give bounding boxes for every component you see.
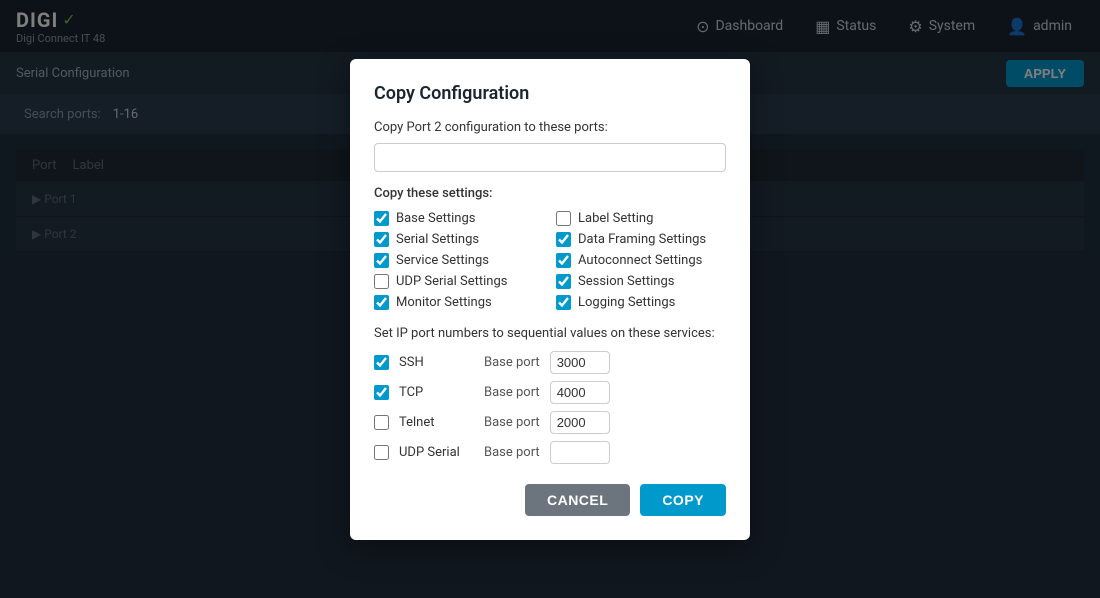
checkbox-session-input[interactable] <box>556 274 571 289</box>
copy-configuration-modal: Copy Configuration Copy Port 2 configura… <box>350 59 750 540</box>
checkbox-autoconnect-input[interactable] <box>556 253 571 268</box>
service-ssh-label: SSH <box>399 355 474 370</box>
modal-overlay: Copy Configuration Copy Port 2 configura… <box>0 0 1100 598</box>
checkbox-base-settings-label: Base Settings <box>396 211 475 226</box>
settings-checkboxes: Base Settings Label Setting Serial Setti… <box>374 211 726 310</box>
checkbox-udp-serial-input[interactable] <box>374 274 389 289</box>
checkbox-base-settings[interactable]: Base Settings <box>374 211 544 226</box>
services-grid: SSH Base port TCP Base port Telnet Base … <box>374 351 726 464</box>
checkbox-logging-label: Logging Settings <box>578 295 675 310</box>
checkbox-serial-settings-input[interactable] <box>374 232 389 247</box>
checkbox-label-setting[interactable]: Label Setting <box>556 211 726 226</box>
cancel-button[interactable]: CANCEL <box>525 484 630 516</box>
checkbox-serial-settings-label: Serial Settings <box>396 232 479 247</box>
service-row-telnet: Telnet Base port <box>374 411 726 434</box>
service-telnet-port-input[interactable] <box>550 411 610 434</box>
checkbox-session[interactable]: Session Settings <box>556 274 726 289</box>
modal-title: Copy Configuration <box>374 83 726 104</box>
checkbox-data-framing[interactable]: Data Framing Settings <box>556 232 726 247</box>
service-tcp-checkbox[interactable] <box>374 385 389 400</box>
service-row-tcp: TCP Base port <box>374 381 726 404</box>
modal-subtitle: Copy Port 2 configuration to these ports… <box>374 120 726 135</box>
service-udp-serial-port-input[interactable] <box>550 441 610 464</box>
checkbox-monitor-label: Monitor Settings <box>396 295 492 310</box>
service-udp-serial-checkbox[interactable] <box>374 445 389 460</box>
service-row-ssh: SSH Base port <box>374 351 726 374</box>
service-ssh-base-port-label: Base port <box>484 355 540 370</box>
checkbox-autoconnect-label: Autoconnect Settings <box>578 253 702 268</box>
checkbox-base-settings-input[interactable] <box>374 211 389 226</box>
service-telnet-checkbox[interactable] <box>374 415 389 430</box>
service-telnet-label: Telnet <box>399 415 474 430</box>
service-udp-serial-base-port-label: Base port <box>484 445 540 460</box>
checkbox-session-label: Session Settings <box>578 274 674 289</box>
checkbox-service-settings-label: Service Settings <box>396 253 489 268</box>
service-ssh-checkbox[interactable] <box>374 355 389 370</box>
service-udp-serial-label: UDP Serial <box>399 445 474 460</box>
checkbox-label-setting-label: Label Setting <box>578 211 653 226</box>
copy-button[interactable]: COPY <box>640 484 726 516</box>
checkbox-logging[interactable]: Logging Settings <box>556 295 726 310</box>
checkbox-service-settings-input[interactable] <box>374 253 389 268</box>
checkbox-data-framing-label: Data Framing Settings <box>578 232 706 247</box>
service-ssh-port-input[interactable] <box>550 351 610 374</box>
checkbox-logging-input[interactable] <box>556 295 571 310</box>
service-tcp-port-input[interactable] <box>550 381 610 404</box>
service-tcp-label: TCP <box>399 385 474 400</box>
checkbox-monitor[interactable]: Monitor Settings <box>374 295 544 310</box>
checkbox-autoconnect[interactable]: Autoconnect Settings <box>556 253 726 268</box>
port-destination-input[interactable] <box>374 143 726 172</box>
service-tcp-base-port-label: Base port <box>484 385 540 400</box>
service-telnet-base-port-label: Base port <box>484 415 540 430</box>
checkbox-service-settings[interactable]: Service Settings <box>374 253 544 268</box>
checkbox-serial-settings[interactable]: Serial Settings <box>374 232 544 247</box>
copy-settings-label: Copy these settings: <box>374 186 726 201</box>
checkbox-monitor-input[interactable] <box>374 295 389 310</box>
checkbox-data-framing-input[interactable] <box>556 232 571 247</box>
modal-actions: CANCEL COPY <box>374 484 726 516</box>
checkbox-udp-serial-label: UDP Serial Settings <box>396 274 508 289</box>
checkbox-udp-serial[interactable]: UDP Serial Settings <box>374 274 544 289</box>
checkbox-label-setting-input[interactable] <box>556 211 571 226</box>
sequential-label: Set IP port numbers to sequential values… <box>374 326 726 341</box>
service-row-udp-serial: UDP Serial Base port <box>374 441 726 464</box>
